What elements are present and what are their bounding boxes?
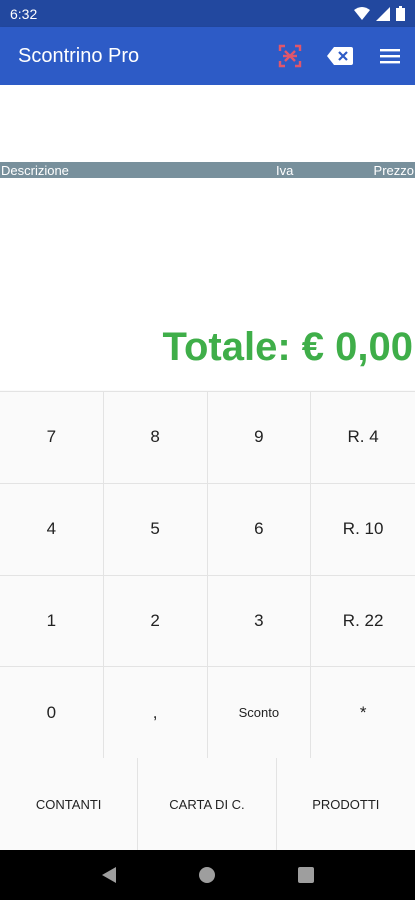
key-4[interactable]: 4	[0, 483, 104, 576]
backspace-button[interactable]	[315, 27, 365, 85]
home-button[interactable]	[187, 855, 227, 895]
battery-icon	[396, 6, 405, 21]
key-2[interactable]: 2	[103, 575, 208, 668]
menu-icon	[380, 49, 400, 64]
recents-square-icon	[297, 867, 314, 883]
status-bar: 6:32	[0, 0, 415, 27]
key-5[interactable]: 5	[103, 483, 208, 576]
key-7[interactable]: 7	[0, 392, 104, 484]
navigation-bar	[0, 850, 415, 900]
key-6[interactable]: 6	[207, 483, 312, 576]
back-button[interactable]	[89, 855, 129, 895]
receipt-header-row: Descrizione Iva Prezzo	[0, 162, 415, 178]
total-amount: Totale: € 0,00	[162, 325, 413, 369]
header-description: Descrizione	[1, 162, 69, 178]
back-triangle-icon	[102, 867, 117, 883]
payment-row: CONTANTI CARTA DI C. PRODOTTI	[0, 758, 415, 850]
menu-button[interactable]	[365, 27, 415, 85]
key-vat-4[interactable]: R. 4	[311, 392, 415, 484]
backspace-icon	[327, 47, 353, 65]
home-circle-icon	[199, 867, 216, 883]
key-8[interactable]: 8	[103, 392, 208, 484]
key-1[interactable]: 1	[0, 575, 104, 668]
key-multiply[interactable]: *	[311, 667, 415, 759]
barcode-scan-icon	[278, 44, 302, 68]
key-9[interactable]: 9	[207, 392, 312, 484]
key-3[interactable]: 3	[207, 575, 312, 668]
products-button[interactable]: PRODOTTI	[276, 758, 415, 850]
key-vat-22[interactable]: R. 22	[311, 575, 415, 668]
cash-button[interactable]: CONTANTI	[0, 758, 139, 850]
key-comma[interactable]: ,	[103, 667, 208, 759]
card-button[interactable]: CARTA DI C.	[138, 758, 277, 850]
signal-icon	[376, 6, 390, 21]
status-time: 6:32	[10, 5, 38, 22]
scan-button[interactable]	[265, 27, 315, 85]
app-title: Scontrino Pro	[18, 44, 140, 67]
keypad: 7 8 9 R. 4 4 5 6 R. 10 1 2 3 R. 22 0 , S…	[0, 391, 415, 759]
key-vat-10[interactable]: R. 10	[311, 483, 415, 576]
key-discount[interactable]: Sconto	[207, 667, 312, 759]
header-price: Prezzo	[373, 162, 414, 178]
wifi-icon	[354, 6, 370, 20]
header-vat: Iva	[276, 162, 294, 178]
key-0[interactable]: 0	[0, 667, 104, 759]
app-bar: Scontrino Pro	[0, 27, 415, 85]
receipt-area: Descrizione Iva Prezzo Totale: € 0,00	[0, 85, 415, 390]
recents-button[interactable]	[286, 855, 326, 895]
